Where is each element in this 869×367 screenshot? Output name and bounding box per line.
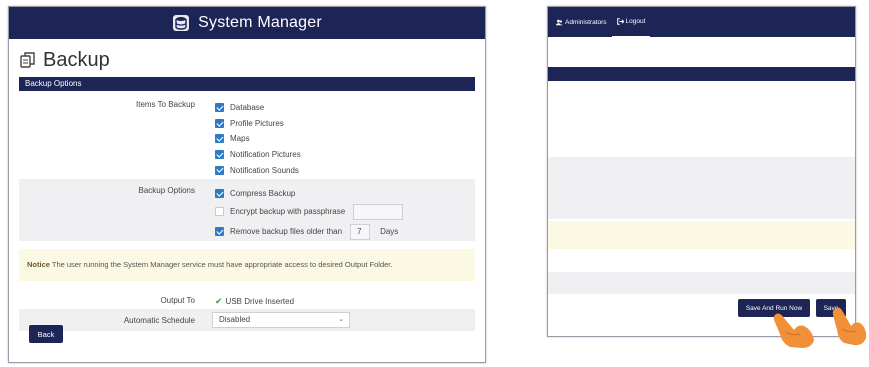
output-to-text: USB Drive Inserted	[225, 297, 295, 306]
top-nav: Administrators Logout	[548, 7, 651, 37]
options-band	[548, 157, 855, 219]
nav-administrators[interactable]: Administrators	[551, 7, 612, 37]
automatic-schedule-select[interactable]: Disabled ⌄	[212, 312, 350, 328]
copy-icon	[20, 52, 35, 68]
nav-label: Administrators	[565, 18, 607, 26]
item-label: Maps	[230, 134, 250, 144]
app-title: System Manager	[198, 14, 322, 31]
logout-icon	[616, 18, 624, 25]
option-remove-old[interactable]: Remove backup files older than 7 Days	[215, 222, 475, 242]
automatic-schedule-label: Automatic Schedule	[123, 315, 195, 325]
automatic-schedule-row: Automatic Schedule Disabled ⌄	[19, 309, 475, 331]
output-to-label: Output To	[160, 296, 195, 305]
backup-window: System Manager Backup Backup Options Ite…	[8, 6, 486, 363]
option-label: Remove backup files older than	[230, 227, 343, 237]
item-label: Notification Pictures	[230, 150, 301, 160]
days-input[interactable]: 7	[350, 223, 371, 240]
option-encrypt[interactable]: Encrypt backup with passphrase	[215, 202, 475, 222]
output-to-value: ✔ USB Drive Inserted	[215, 296, 475, 309]
backup-options-section-header: Backup Options	[19, 77, 475, 91]
notification-pictures-checkbox[interactable]	[215, 150, 224, 160]
encrypt-checkbox[interactable]	[215, 207, 224, 217]
page-header: Backup	[9, 39, 485, 73]
nav-logout[interactable]: Logout	[611, 7, 651, 37]
notice-prefix: Notice	[27, 260, 50, 269]
database-checkbox[interactable]	[215, 103, 224, 113]
pointer-hand-icon	[832, 307, 867, 346]
item-notification-sounds[interactable]: Notification Sounds	[215, 162, 475, 178]
option-label: Encrypt backup with passphrase	[230, 207, 346, 217]
item-label: Profile Pictures	[230, 118, 284, 128]
backup-options-label: Backup Options	[138, 186, 195, 195]
compress-checkbox[interactable]	[215, 189, 224, 199]
notice-text: The user running the System Manager serv…	[49, 260, 393, 269]
selected-value: Disabled	[219, 315, 251, 324]
users-icon	[556, 19, 563, 25]
days-label: Days	[380, 227, 399, 237]
remove-old-checkbox[interactable]	[215, 227, 224, 237]
backup-options-row: Backup Options Compress Backup Encrypt b…	[19, 179, 475, 241]
database-icon	[173, 15, 190, 31]
notice-banner: Notice The user running the System Manag…	[19, 249, 475, 281]
notification-sounds-checkbox[interactable]	[215, 165, 224, 175]
backup-window-right-view: Administrators Logout Save And Run Now S…	[547, 6, 856, 337]
automatic-schedule-field: Disabled ⌄	[212, 312, 475, 328]
item-profile-pictures[interactable]: Profile Pictures	[215, 116, 475, 132]
pointer-hand-icon	[773, 313, 814, 348]
profile-pictures-checkbox[interactable]	[215, 118, 224, 128]
right-header: Administrators Logout	[548, 7, 855, 37]
passphrase-input[interactable]	[353, 203, 404, 220]
check-icon: ✔	[215, 296, 223, 306]
back-button[interactable]: Back	[29, 325, 63, 343]
section-header	[548, 67, 855, 81]
item-database[interactable]: Database	[215, 100, 475, 116]
chevron-down-icon: ⌄	[338, 316, 344, 323]
output-to-row: Output To ✔ USB Drive Inserted	[19, 287, 475, 309]
option-compress[interactable]: Compress Backup	[215, 186, 475, 202]
item-maps[interactable]: Maps	[215, 131, 475, 147]
item-label: Notification Sounds	[230, 165, 299, 175]
backup-options-list: Compress Backup Encrypt backup with pass…	[215, 186, 475, 241]
maps-checkbox[interactable]	[215, 134, 224, 144]
item-notification-pictures[interactable]: Notification Pictures	[215, 147, 475, 163]
option-label: Compress Backup	[230, 189, 296, 199]
items-to-backup-label: Items To Backup	[136, 100, 195, 109]
item-label: Database	[230, 103, 265, 113]
schedule-band	[548, 272, 855, 294]
notice-band	[548, 221, 855, 249]
app-header: System Manager	[9, 7, 485, 39]
page-title: Backup	[43, 48, 110, 71]
nav-label: Logout	[625, 18, 646, 25]
items-to-backup-row: Items To Backup Database Profile Picture…	[19, 91, 475, 179]
items-to-backup-list: Database Profile Pictures Maps Notificat…	[215, 100, 475, 179]
